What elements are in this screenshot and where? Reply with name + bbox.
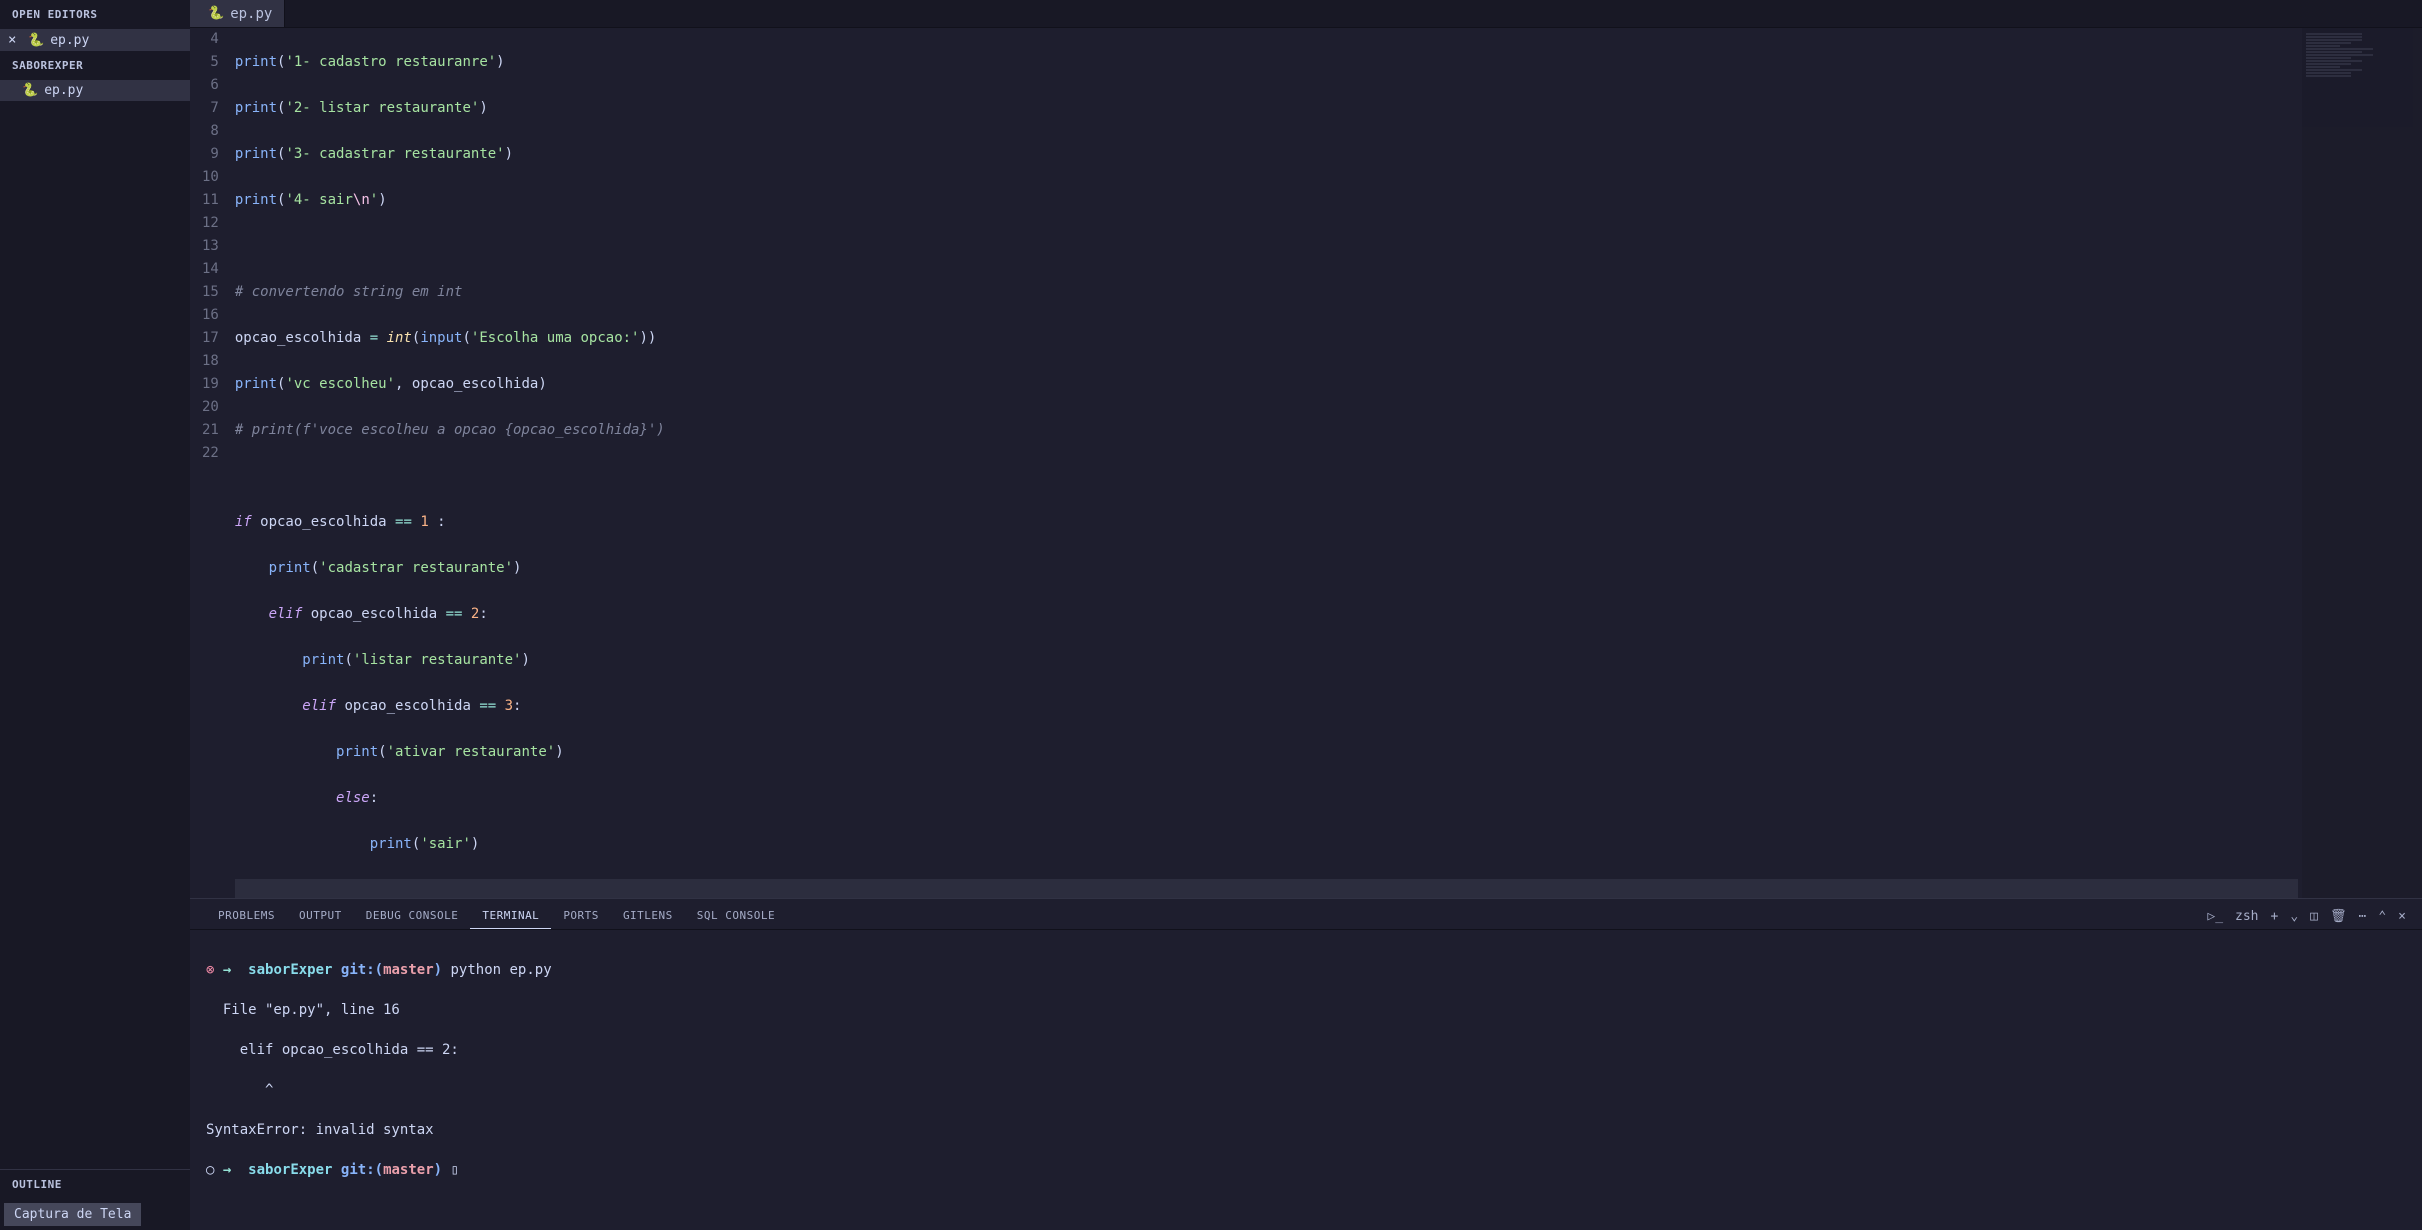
panel-actions: ▷_ zsh + ⌄ ◫ 🗑 ⋯ ⌃ × <box>2207 909 2406 924</box>
open-editors-header[interactable]: OPEN EDITORS <box>0 0 190 29</box>
tab-gitlens[interactable]: GITLENS <box>611 903 685 929</box>
close-icon[interactable]: × <box>8 32 22 48</box>
terminal-shell-icon[interactable]: ▷_ <box>2207 909 2223 924</box>
tab-problems[interactable]: PROBLEMS <box>206 903 287 929</box>
project-header[interactable]: SABOREXPER <box>0 51 190 80</box>
new-terminal-icon[interactable]: + <box>2271 909 2279 924</box>
file-tree-name: ep.py <box>44 83 83 98</box>
more-icon[interactable]: ⋯ <box>2359 909 2367 924</box>
python-icon: 🐍 <box>208 6 224 21</box>
sidebar: OPEN EDITORS × 🐍 ep.py SABOREXPER 🐍 ep.p… <box>0 0 190 1230</box>
open-file-name: ep.py <box>50 33 89 48</box>
bottom-panel: PROBLEMS OUTPUT DEBUG CONSOLE TERMINAL P… <box>190 898 2422 1230</box>
editor-region: 🐍 ep.py 45678910111213141516171819202122… <box>190 0 2422 1230</box>
code-text[interactable]: print('1- cadastro restauranre') print('… <box>231 28 2302 898</box>
tab-terminal[interactable]: TERMINAL <box>470 903 551 929</box>
code-area[interactable]: 45678910111213141516171819202122 print('… <box>190 28 2422 898</box>
outline-header[interactable]: OUTLINE <box>0 1169 190 1199</box>
close-panel-icon[interactable]: × <box>2398 909 2406 924</box>
file-tree-item[interactable]: 🐍 ep.py <box>0 80 190 101</box>
terminal-shell-name[interactable]: zsh <box>2235 909 2258 924</box>
editor-tab[interactable]: 🐍 ep.py <box>190 0 285 27</box>
tab-ports[interactable]: PORTS <box>551 903 611 929</box>
trash-icon[interactable]: 🗑 <box>2330 909 2347 924</box>
tab-label: ep.py <box>230 6 272 22</box>
line-gutter: 45678910111213141516171819202122 <box>190 28 231 898</box>
open-editor-item[interactable]: × 🐍 ep.py <box>0 29 190 51</box>
terminal-output[interactable]: ⊗ → saborExper git:(master) python ep.py… <box>190 930 2422 1230</box>
captura-badge: Captura de Tela <box>4 1203 141 1226</box>
python-icon: 🐍 <box>28 33 44 48</box>
panel-tab-bar: PROBLEMS OUTPUT DEBUG CONSOLE TERMINAL P… <box>190 899 2422 930</box>
minimap[interactable] <box>2302 28 2422 898</box>
chevron-up-icon[interactable]: ⌃ <box>2378 909 2386 924</box>
tab-debug-console[interactable]: DEBUG CONSOLE <box>354 903 471 929</box>
tab-sql-console[interactable]: SQL CONSOLE <box>685 903 787 929</box>
tab-bar: 🐍 ep.py <box>190 0 2422 28</box>
split-terminal-icon[interactable]: ◫ <box>2310 909 2318 924</box>
chevron-down-icon[interactable]: ⌄ <box>2290 909 2298 924</box>
tab-output[interactable]: OUTPUT <box>287 903 354 929</box>
python-icon: 🐍 <box>22 83 38 98</box>
